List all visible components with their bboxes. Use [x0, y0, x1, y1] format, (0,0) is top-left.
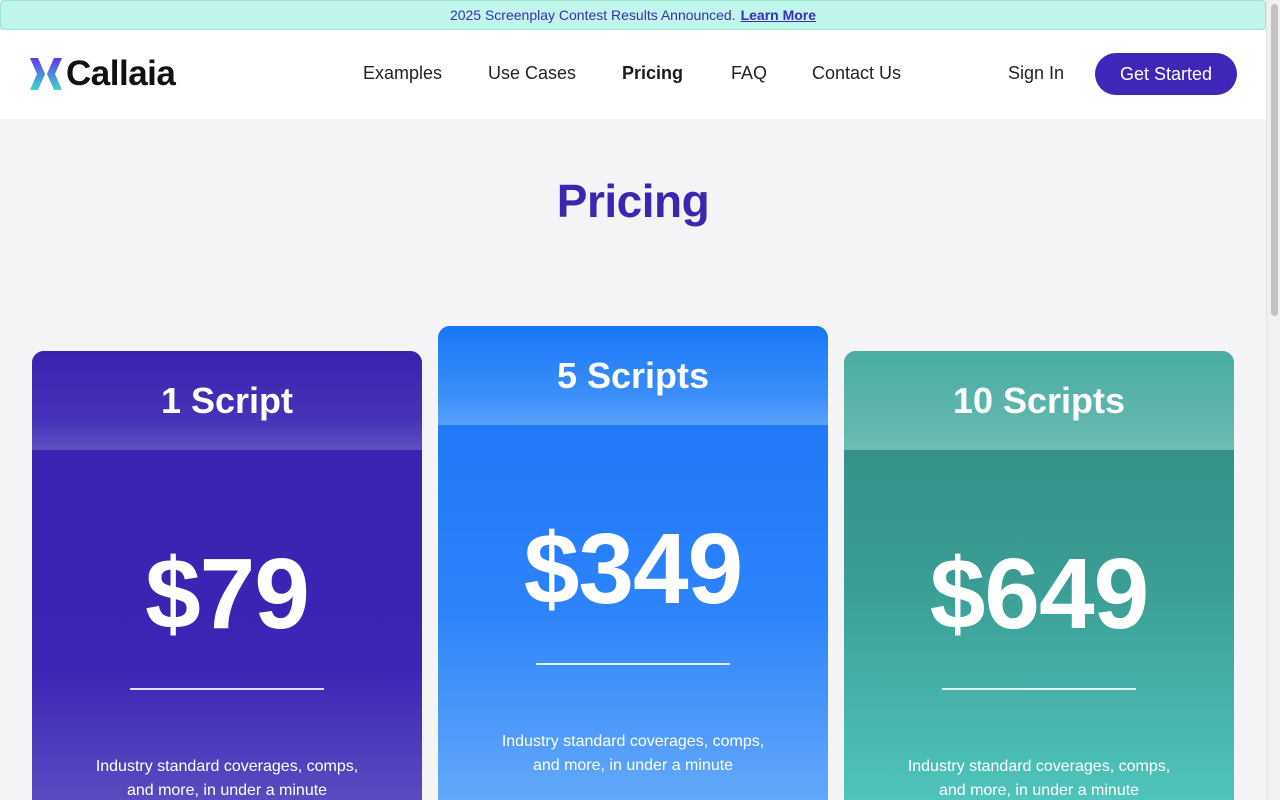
- site-header: Callaia Examples Use Cases Pricing FAQ C…: [0, 30, 1266, 119]
- nav-item-faq[interactable]: FAQ: [731, 63, 767, 84]
- get-started-button[interactable]: Get Started: [1095, 53, 1237, 95]
- plan-price: $649: [929, 538, 1149, 650]
- scrollbar-thumb[interactable]: [1271, 4, 1278, 316]
- plan-price: $79: [145, 538, 310, 650]
- nav-item-contact-us[interactable]: Contact Us: [812, 63, 901, 84]
- plan-description: Industry standard coverages, comps, and …: [501, 733, 765, 774]
- page-title: Pricing: [556, 175, 710, 227]
- banner-learn-more-link[interactable]: Learn More: [741, 7, 816, 23]
- plan-description: Industry standard coverages, comps, and …: [907, 758, 1171, 799]
- banner-text: 2025 Screenplay Contest Results Announce…: [449, 7, 736, 23]
- brand-name: Callaia: [66, 54, 176, 93]
- pricing-card-10-scripts[interactable]: 10 Scripts $649 Industry standard covera…: [844, 351, 1234, 800]
- nav-item-examples[interactable]: Examples: [363, 63, 442, 84]
- plan-price: $349: [523, 513, 743, 625]
- divider: [130, 688, 324, 690]
- pricing-card-1-script[interactable]: 1 Script $79 Industry standard coverages…: [32, 351, 422, 800]
- pricing-card-5-scripts[interactable]: 5 Scripts $349 Industry standard coverag…: [438, 326, 828, 800]
- nav-item-pricing[interactable]: Pricing: [622, 63, 683, 84]
- nav-item-use-cases[interactable]: Use Cases: [488, 63, 576, 84]
- logo[interactable]: Callaia: [28, 54, 176, 94]
- divider: [942, 688, 1136, 690]
- announcement-banner: 2025 Screenplay Contest Results Announce…: [0, 0, 1266, 30]
- plan-name: 1 Script: [32, 351, 422, 450]
- divider: [536, 663, 730, 665]
- sign-in-link[interactable]: Sign In: [1008, 63, 1064, 84]
- plan-name: 10 Scripts: [844, 351, 1234, 450]
- callaia-logo-icon: [30, 58, 62, 90]
- plan-name: 5 Scripts: [438, 326, 828, 425]
- plan-description: Industry standard coverages, comps, and …: [95, 758, 359, 799]
- vertical-scrollbar[interactable]: [1266, 0, 1280, 800]
